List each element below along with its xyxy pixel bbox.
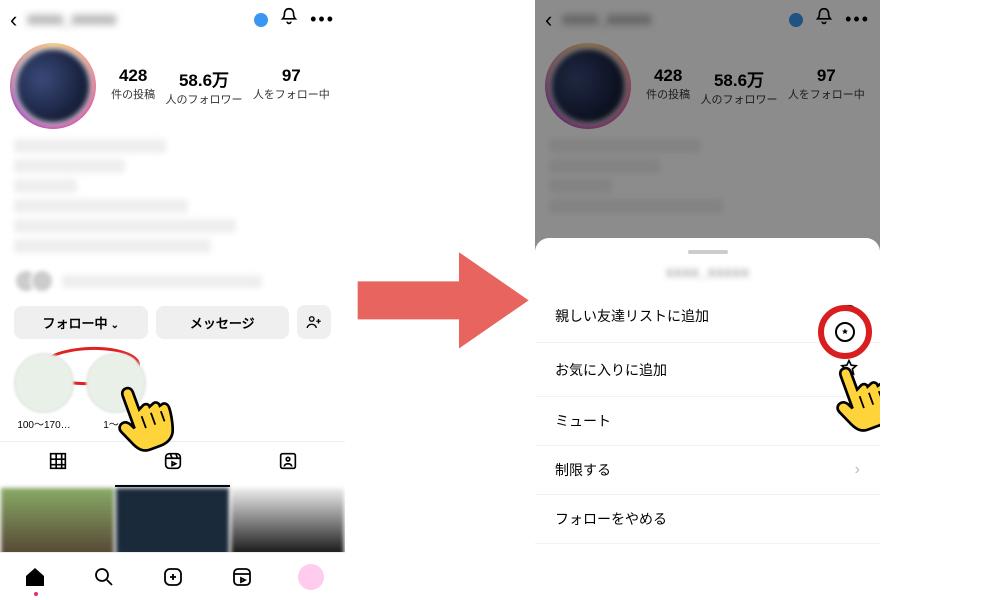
profile-header: ‹ xxxx_xxxxx ••• — [0, 0, 345, 39]
back-icon[interactable]: ‹ — [10, 7, 17, 33]
right-screen: ‹ xxxx_xxxxx ••• 428件の投稿 58.6万人のフォロワー 97… — [535, 0, 880, 600]
story-highlights: 100～170… 1～… — [0, 347, 345, 437]
annotation-circle — [818, 305, 872, 359]
bottom-nav — [0, 552, 345, 600]
menu-icon[interactable]: ••• — [310, 9, 335, 30]
sheet-row-unfollow[interactable]: フォローをやめる — [535, 495, 880, 544]
profile-avatar — [13, 46, 93, 126]
highlight-item[interactable]: 1～… — [86, 353, 146, 431]
chevron-right-icon: › — [855, 461, 860, 479]
action-buttons: フォロー中⌄ メッセージ — [0, 297, 345, 347]
story-ring[interactable] — [10, 43, 96, 129]
nav-indicator — [34, 592, 38, 596]
highlight-item[interactable]: 100～170… — [14, 353, 74, 431]
content-tabs — [0, 441, 345, 487]
chevron-right-icon: › — [855, 412, 860, 430]
notifications-icon[interactable] — [278, 6, 300, 33]
nav-search-icon[interactable] — [69, 553, 138, 600]
tab-grid[interactable] — [0, 442, 115, 487]
following-button[interactable]: フォロー中⌄ — [14, 306, 148, 339]
following-sheet: xxxx_xxxxx 親しい友達リストに追加 お気に入りに追加 ミュート › 制… — [535, 238, 880, 600]
post-thumbnail[interactable] — [116, 488, 229, 556]
suggest-users-button[interactable] — [297, 305, 331, 339]
nav-profile-icon[interactable] — [276, 553, 345, 600]
stat-following[interactable]: 97 人をフォロー中 — [253, 66, 330, 107]
left-screen: ‹ xxxx_xxxxx ••• 428 件の投稿 58.6万 人のフォロワー … — [0, 0, 345, 600]
arrow-annotation — [345, 0, 535, 600]
tab-reels[interactable] — [115, 442, 230, 487]
post-thumbnail[interactable] — [231, 488, 344, 556]
stat-followers[interactable]: 58.6万 人のフォロワー — [165, 66, 242, 107]
stat-posts[interactable]: 428 件の投稿 — [111, 66, 155, 107]
nav-create-icon[interactable] — [138, 553, 207, 600]
tab-tagged[interactable] — [230, 442, 345, 487]
post-thumbnail[interactable] — [1, 488, 114, 556]
bio-section — [0, 133, 345, 265]
sheet-title: xxxx_xxxxx — [535, 264, 880, 281]
profile-stats-row: 428 件の投稿 58.6万 人のフォロワー 97 人をフォロー中 — [0, 39, 345, 133]
sheet-grabber[interactable] — [688, 250, 728, 254]
sheet-row-mute[interactable]: ミュート › — [535, 397, 880, 446]
chevron-down-icon: ⌄ — [111, 320, 119, 331]
message-button[interactable]: メッセージ — [156, 306, 290, 339]
nav-reels-icon[interactable] — [207, 553, 276, 600]
username[interactable]: xxxx_xxxxx — [27, 11, 240, 29]
sheet-row-restrict[interactable]: 制限する › — [535, 446, 880, 495]
verified-badge-icon — [254, 13, 268, 27]
close-friends-star-icon — [835, 322, 855, 342]
star-outline-icon — [838, 357, 860, 382]
mutual-followers[interactable] — [0, 265, 345, 297]
posts-grid — [0, 487, 345, 557]
